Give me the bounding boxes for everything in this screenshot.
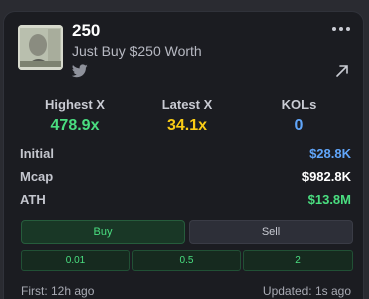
sell-button[interactable]: Sell xyxy=(189,220,353,244)
ath-value: $13.8M xyxy=(307,192,351,207)
amount-button-2[interactable]: 2 xyxy=(243,250,353,271)
highest-x-value: 478.9x xyxy=(50,117,100,134)
twitter-icon[interactable] xyxy=(72,64,88,78)
amount-button-0-5[interactable]: 0.5 xyxy=(132,250,241,271)
kols-label: KOLs xyxy=(281,97,317,112)
mcap-value: $982.8K xyxy=(301,169,351,184)
initial-value: $28.8K xyxy=(309,146,351,161)
token-avatar xyxy=(18,25,63,70)
token-card: 250 Just Buy $250 Worth Highest X 478.9x… xyxy=(3,11,364,299)
ath-label: ATH xyxy=(20,192,46,207)
first-seen-text: First: 12h ago xyxy=(21,284,95,298)
kols-value: 0 xyxy=(294,117,304,134)
latest-x-value: 34.1x xyxy=(166,117,208,134)
token-description: Just Buy $250 Worth xyxy=(72,43,202,59)
amount-button-0-01[interactable]: 0.01 xyxy=(21,250,130,271)
initial-label: Initial xyxy=(20,146,54,161)
buy-button[interactable]: Buy xyxy=(21,220,185,244)
external-link-icon[interactable] xyxy=(335,64,349,78)
updated-text: Updated: 1s ago xyxy=(262,284,351,298)
latest-x-label: Latest X xyxy=(161,97,213,112)
mcap-label: Mcap xyxy=(20,169,54,184)
more-dots-icon[interactable] xyxy=(332,27,350,33)
highest-x-label: Highest X xyxy=(45,97,105,112)
token-name: 250 xyxy=(72,21,101,40)
